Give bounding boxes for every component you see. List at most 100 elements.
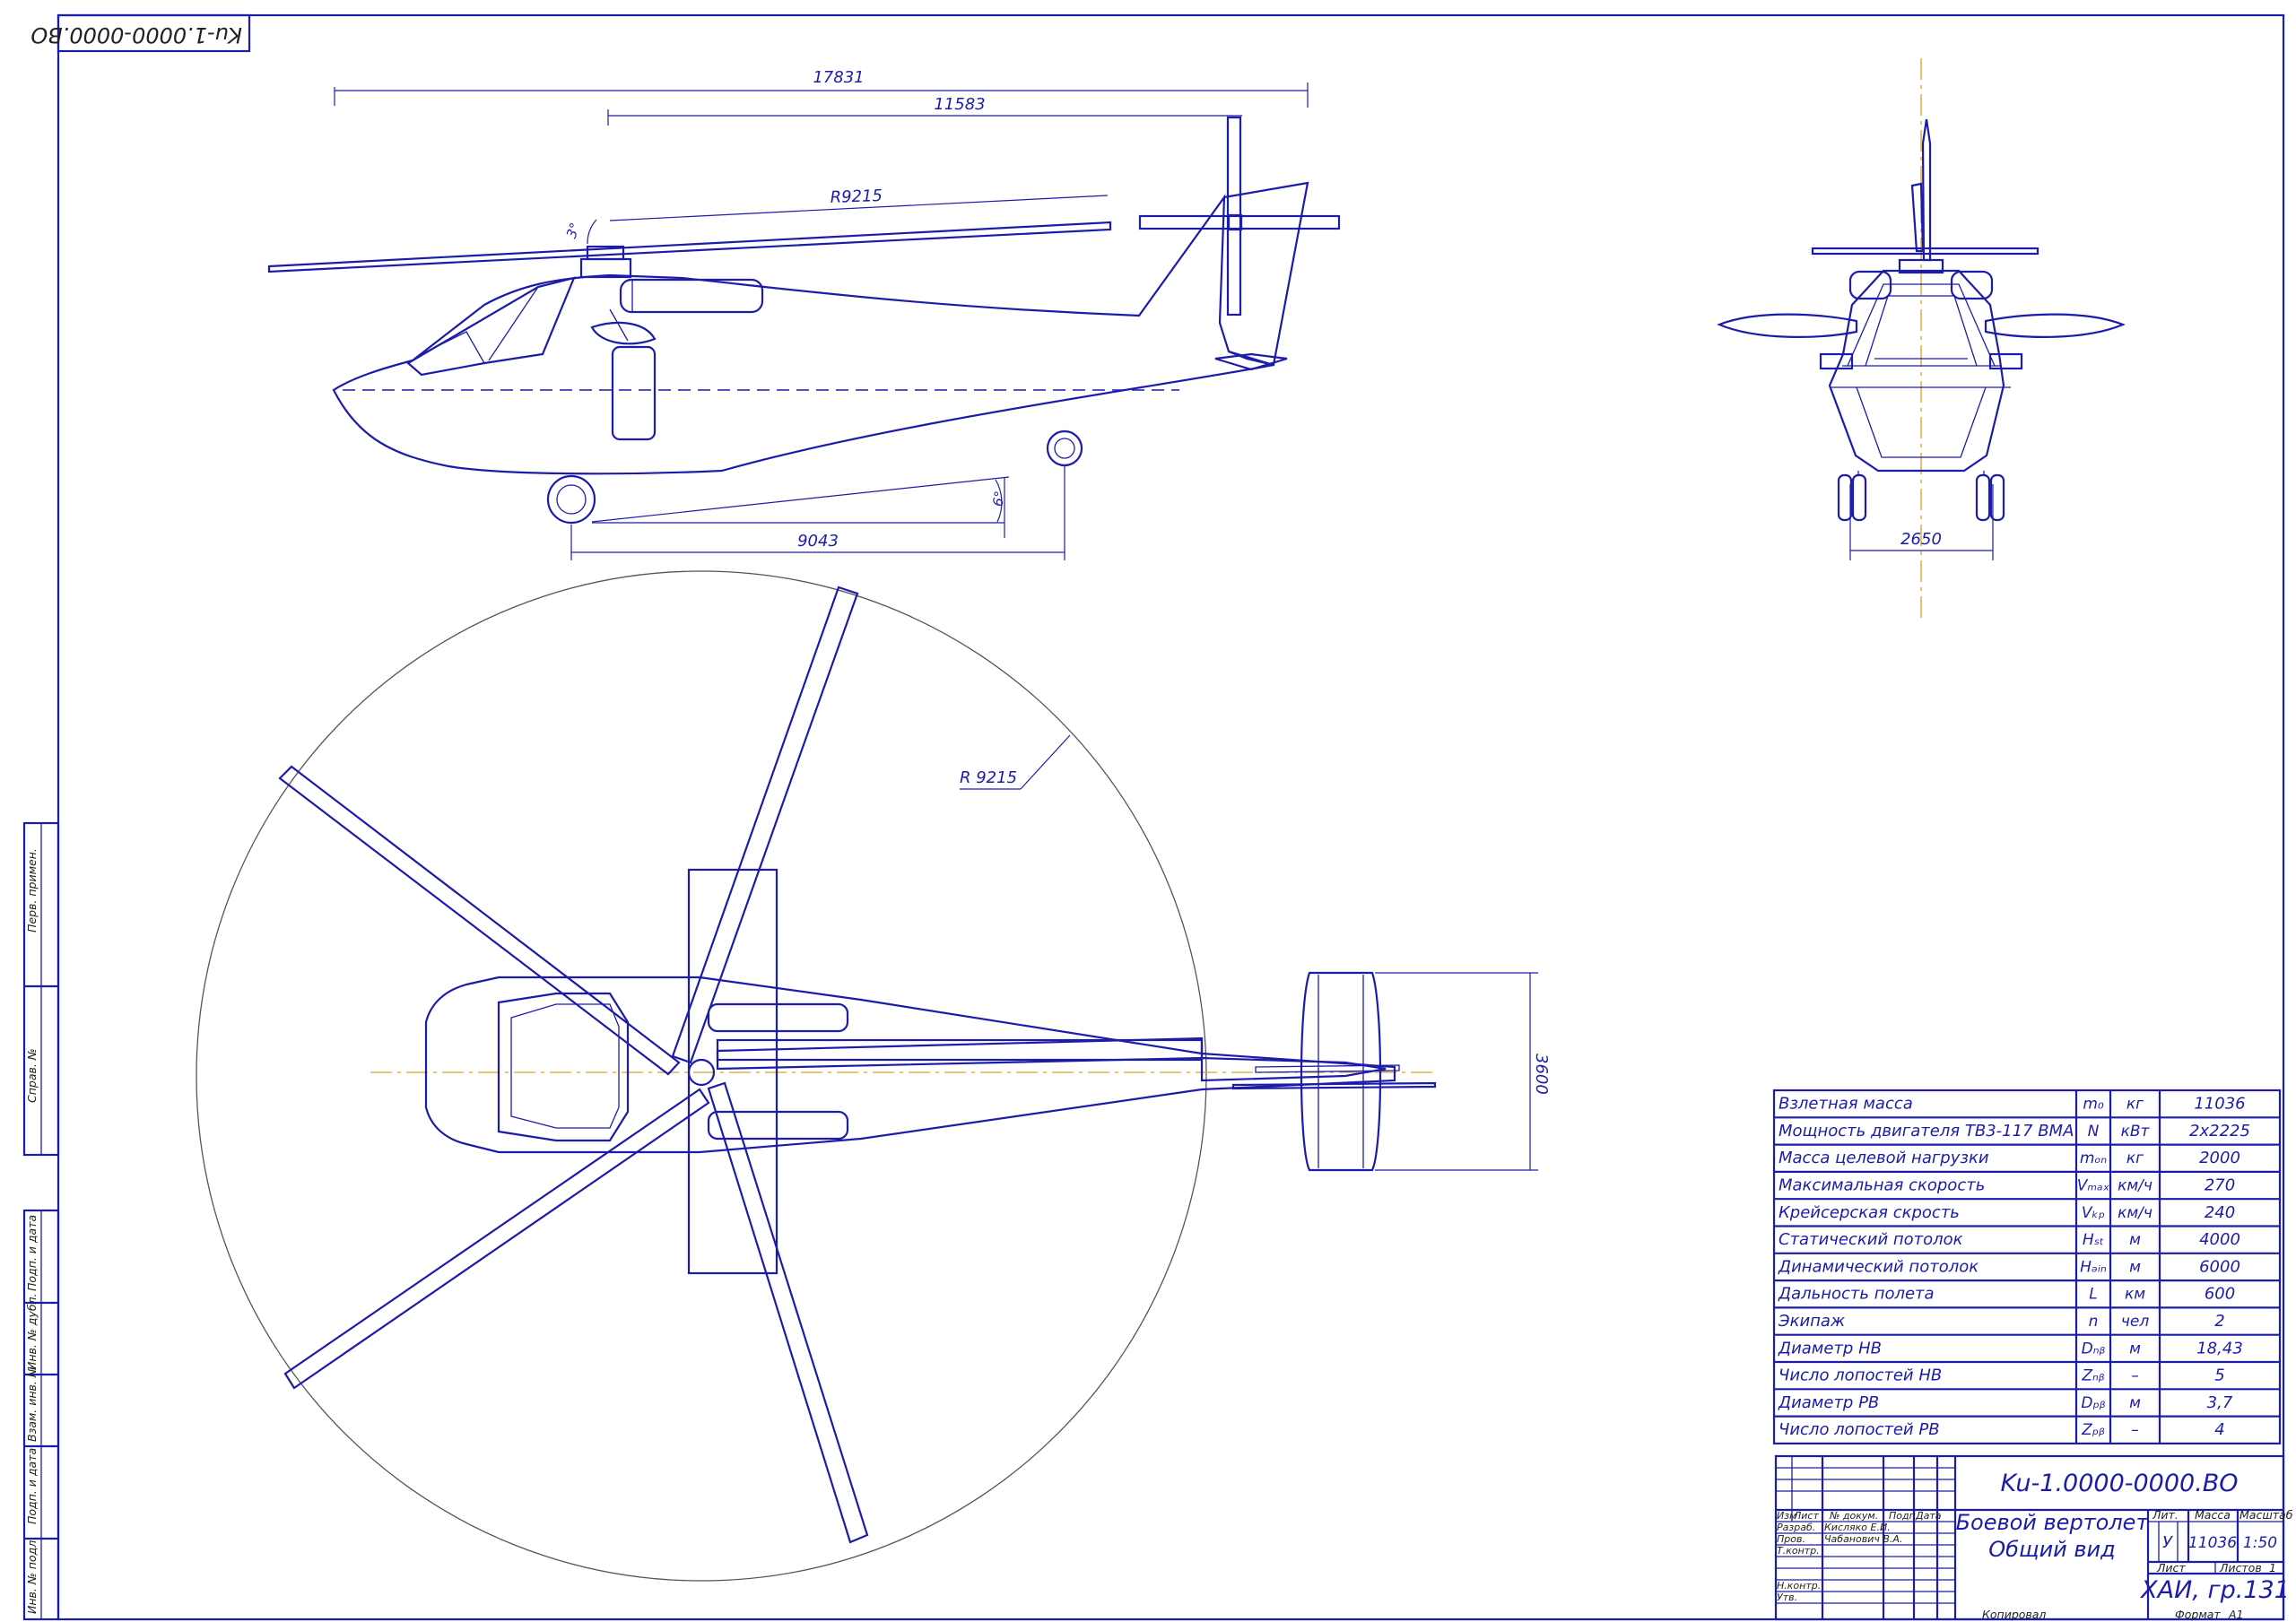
top-engine-left [707, 1002, 849, 1033]
dim-wheelbase: 9043 [797, 532, 839, 551]
angle-tail: 6° [989, 490, 1008, 507]
format-value: A1 [2228, 1608, 2244, 1621]
tail-fin [1223, 181, 1309, 367]
rotor-disk [196, 570, 1207, 1582]
lit-value: У [2162, 1533, 2173, 1552]
spec-unit: кг [2126, 1096, 2144, 1114]
spec-value: 4000 [2199, 1230, 2240, 1249]
spec-unit: кг [2126, 1149, 2144, 1167]
nkontr-label: Н.контр. [1777, 1580, 1821, 1592]
spec-value: 3,7 [2207, 1393, 2233, 1412]
format-label: Формат [2175, 1608, 2221, 1621]
spec-value: 18,43 [2196, 1339, 2243, 1357]
top-view: R 9215 3600 [196, 570, 1551, 1582]
spec-param: Число лопостей НВ [1779, 1366, 1942, 1385]
spec-value: 240 [2205, 1203, 2235, 1222]
front-wheel [546, 474, 596, 525]
dim-rotor-radius: R9215 [830, 186, 883, 207]
spec-value: 6000 [2199, 1257, 2240, 1276]
scale-value: 1:50 [2243, 1534, 2277, 1552]
stabilizer [1214, 352, 1288, 371]
spec-param: Динамический потолок [1778, 1257, 1979, 1276]
spec-param: Взлетная масса [1779, 1095, 1913, 1114]
spec-unit: км/ч [2118, 1177, 2152, 1195]
drawing-canvas: Ku-1.0000-0000.BO Перв. примен. Справ. №… [22, 13, 2293, 1621]
tb-designation: Ku-1.0000-0000.BO [2000, 1470, 2238, 1497]
spec-value: 4 [2214, 1420, 2224, 1439]
sheets-label: Листов [2219, 1561, 2262, 1574]
code-stamp-text: Ku-1.0000-0000.BO [30, 22, 242, 48]
razrab-label: Разраб. [1777, 1522, 1815, 1533]
lit-label: Лит. [2152, 1508, 2179, 1522]
spec-value: 11036 [2194, 1095, 2245, 1114]
front-right-wheel [1975, 473, 1991, 522]
cockpit-canopy [406, 276, 576, 377]
spec-value: 2x2225 [2189, 1122, 2250, 1141]
spec-param: Крейсерская скрость [1779, 1203, 1960, 1222]
spec-value: 2 [2214, 1312, 2224, 1331]
rotor-blade-4 [707, 1081, 869, 1544]
spec-table: Взлетная масса m₀ кг 11036 Мощность двигател… [1772, 1089, 2282, 1444]
utv-label: Утв. [1777, 1592, 1797, 1603]
dim-tail: 11583 [934, 95, 985, 114]
hdr-doc: № докум. [1829, 1510, 1878, 1522]
spec-param: Масса целевой нагрузки [1779, 1149, 1989, 1167]
strip-label-0: Перв. примен. [25, 848, 39, 932]
spec-unit: – [2131, 1421, 2139, 1439]
spec-unit: кВт [2121, 1123, 2151, 1141]
strip-label-2: Подп. и дата [25, 1215, 39, 1291]
prov-name: Чабанович В.А. [1824, 1533, 1902, 1545]
spec-sym: Vₘₐₓ [2077, 1177, 2110, 1195]
prov-label: Пров. [1777, 1533, 1805, 1545]
sheet-frame [57, 13, 2285, 1621]
scale-label: Масштаб [2239, 1508, 2293, 1522]
front-left-wing [1717, 313, 1858, 338]
strip-label-5: Подп. и дата [25, 1448, 39, 1524]
strip-label-3: Инв. № дубл. [25, 1293, 39, 1370]
spec-param: Максимальная скорость [1779, 1176, 1985, 1195]
spec-param: Число лопостей РВ [1779, 1420, 1940, 1439]
spec-unit: км/ч [2118, 1204, 2152, 1222]
spec-sym: N [2088, 1123, 2100, 1141]
spec-sym: Vₖₚ [2082, 1204, 2105, 1222]
angle-rotor: 3° [563, 221, 584, 240]
spec-unit: чел [2121, 1313, 2150, 1331]
code-stamp: Ku-1.0000-0000.BO [30, 13, 251, 53]
spec-unit: м [2129, 1394, 2141, 1412]
spec-sym: m₀ [2083, 1096, 2104, 1114]
strip-label-6: Инв. № подл. [25, 1537, 39, 1614]
spec-sym: n [2089, 1313, 2099, 1331]
hdr-data: Дата [1915, 1510, 1942, 1522]
top-rotor-blades [278, 585, 1204, 1544]
dim-track: 2650 [1900, 530, 1942, 549]
side-strip: Перв. примен. Справ. № Подп. и дата Инв.… [22, 821, 60, 1621]
spec-value: 5 [2214, 1366, 2224, 1385]
dim-overall: 17831 [813, 68, 864, 87]
strip-label-1: Справ. № [25, 1048, 39, 1103]
spec-value: 270 [2205, 1176, 2235, 1195]
spec-param: Мощность двигателя ТВ3-117 ВМА [1779, 1122, 2074, 1141]
spec-param: Статический потолок [1779, 1230, 1963, 1249]
spec-param: Дальность полета [1778, 1285, 1935, 1304]
tkontr-label: Т.контр. [1777, 1545, 1820, 1557]
spec-param: Экипаж [1778, 1312, 1846, 1331]
sheets-value: 1 [2269, 1561, 2276, 1574]
spec-unit: м [2129, 1258, 2141, 1276]
strip-label-4: Взам. инв. № [25, 1366, 39, 1442]
spec-sym: Zₙᵦ [2081, 1367, 2104, 1385]
spec-unit: км [2125, 1286, 2145, 1304]
spec-sym: L [2089, 1286, 2097, 1304]
front-tail-fin [1921, 118, 1932, 262]
tb-title-line2: Общий вид [1988, 1537, 2115, 1562]
top-wing [687, 868, 778, 1275]
title-block: Изм Лист № докум. Подп. Дата Разраб. Кис… [1774, 1454, 2293, 1621]
spec-param: Диаметр РВ [1778, 1393, 1879, 1412]
mass-label: Масса [2195, 1508, 2231, 1522]
side-view: 17831 11583 R9215 3° 6° 9043 [267, 68, 1341, 560]
rear-wheel [1046, 429, 1083, 467]
stub-wing [611, 345, 657, 441]
drawing-sheet: { "stamp_code": "Ku-1.0000-0000.BO", "si… [0, 0, 2296, 1622]
spec-unit: – [2131, 1367, 2139, 1385]
spec-value: 600 [2205, 1285, 2235, 1304]
tb-org: ХАИ, гр.131 [2139, 1576, 2290, 1604]
